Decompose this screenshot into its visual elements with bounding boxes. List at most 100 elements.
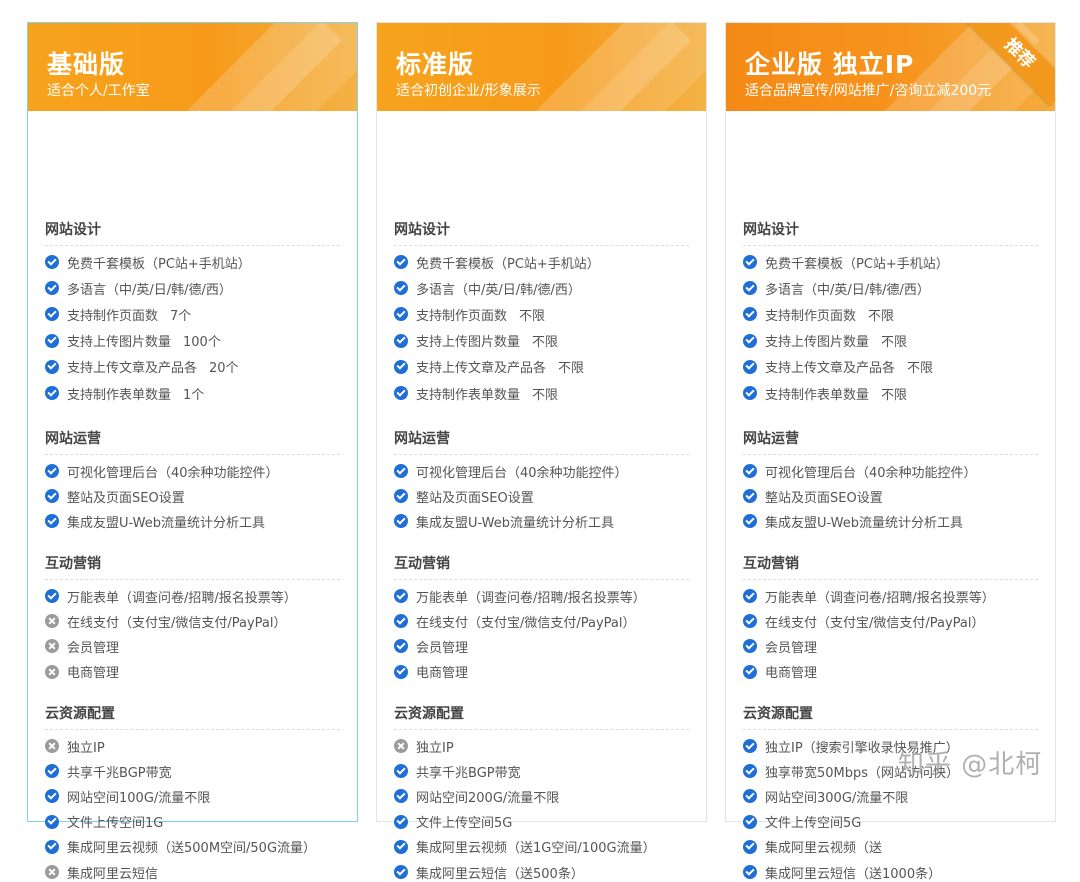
feature-label: 集成阿里云短信（送500条）: [416, 866, 584, 882]
feature-item: 支持上传图片数量 不限: [394, 332, 700, 350]
feature-value: 不限: [907, 361, 934, 377]
feature-item: 整站及页面SEO设置: [743, 487, 1049, 506]
feature-item: 集成阿里云视频（送: [743, 838, 1049, 856]
feature-label: 可视化管理后台（40余种功能控件）: [67, 465, 279, 481]
check-circle-icon: [45, 589, 59, 603]
check-circle-icon: [45, 789, 59, 804]
check-circle-icon: [394, 839, 408, 854]
section-divider: [45, 245, 340, 246]
check-circle-icon: [45, 489, 59, 504]
feature-label: 集成友盟U-Web流量统计分析工具: [416, 515, 615, 531]
feature-label: 支持制作页面数: [765, 308, 857, 324]
feature-label: 网站空间100G/流量不限: [67, 790, 211, 806]
feature-label: 在线支付（支付宝/微信支付/PayPal）: [416, 615, 636, 631]
feature-item: 支持制作表单数量 不限: [394, 384, 700, 403]
feature-label: 独立IP: [67, 740, 105, 756]
check-circle-icon: [45, 281, 59, 296]
feature-value: 不限: [881, 387, 908, 403]
check-circle-icon: [743, 739, 757, 753]
feature-item: 共享千兆BGP带宽: [394, 762, 700, 781]
check-circle-icon: [394, 865, 408, 879]
feature-item: 共享千兆BGP带宽: [45, 762, 351, 781]
check-circle-icon: [743, 814, 757, 829]
feature-item: 集成友盟U-Web流量统计分析工具: [394, 512, 700, 531]
feature-item: 支持上传文章及产品各 不限: [394, 358, 700, 376]
check-circle-icon: [743, 307, 757, 322]
check-circle-icon: [394, 764, 408, 779]
section-divider: [743, 579, 1038, 580]
feature-label: 免费千套模板（PC站+手机站）: [416, 256, 600, 272]
feature-item: 集成阿里云短信（送1000条）: [743, 863, 1049, 882]
feature-label: 多语言（中/英/日/韩/德/西）: [67, 282, 232, 298]
feature-label: 支持制作表单数量: [416, 387, 521, 403]
feature-item: 在线支付（支付宝/微信支付/PayPal）: [45, 612, 351, 631]
check-circle-icon: [743, 839, 757, 854]
check-circle-icon: [394, 614, 408, 629]
feature-label: 万能表单（调查问卷/招聘/报名投票等）: [67, 590, 297, 606]
feature-label: 集成友盟U-Web流量统计分析工具: [67, 515, 266, 531]
x-circle-icon: [394, 739, 408, 753]
feature-item: 可视化管理后台（40余种功能控件）: [45, 462, 351, 481]
check-circle-icon: [394, 359, 408, 374]
feature-value: 不限: [532, 335, 559, 351]
feature-value: 不限: [881, 335, 908, 351]
feature-item: 会员管理: [45, 637, 351, 656]
check-circle-icon: [743, 664, 757, 679]
feature-item: 电商管理: [45, 663, 351, 681]
check-circle-icon: [743, 614, 757, 629]
plan-card-enterprise[interactable]: 企业版 独立IP 适合品牌宣传/网站推广/咨询立减200元 推荐 网站设计 免费千…: [725, 22, 1056, 882]
feature-label: 支持上传文章及产品各: [765, 361, 896, 377]
feature-label: 整站及页面SEO设置: [67, 490, 185, 506]
check-circle-icon: [45, 764, 59, 779]
feature-item: 多语言（中/英/日/韩/德/西）: [394, 279, 700, 298]
feature-item: 多语言（中/英/日/韩/德/西）: [45, 279, 351, 298]
check-circle-icon: [743, 359, 757, 374]
feature-label: 支持上传文章及产品各: [416, 361, 547, 377]
feature-item: 整站及页面SEO设置: [45, 487, 351, 506]
check-circle-icon: [743, 464, 757, 478]
feature-label: 文件上传空间1G: [67, 816, 164, 832]
feature-label: 支持制作表单数量: [67, 387, 172, 403]
section-title: 网站设计: [394, 222, 450, 238]
feature-item: 集成阿里云短信（送500条）: [394, 863, 700, 882]
plan-card-basic[interactable]: 基础版 适合个人/工作室 网站设计 免费千套模板（PC站+手机站） 多语言（中/英/…: [27, 22, 358, 882]
feature-label: 集成阿里云视频（送1G空间/100G流量）: [416, 841, 656, 857]
feature-item: 集成友盟U-Web流量统计分析工具: [743, 512, 1049, 531]
check-circle-icon: [45, 839, 59, 854]
feature-label: 支持上传图片数量: [67, 335, 172, 351]
feature-item: 万能表单（调查问卷/招聘/报名投票等）: [394, 587, 700, 606]
section-divider: [45, 454, 340, 455]
feature-label: 集成阿里云短信: [67, 866, 159, 882]
check-circle-icon: [394, 814, 408, 829]
feature-label: 独立IP: [416, 740, 454, 756]
feature-label: 可视化管理后台（40余种功能控件）: [765, 465, 977, 481]
check-circle-icon: [743, 386, 757, 400]
feature-label: 网站空间300G/流量不限: [765, 790, 909, 806]
feature-label: 支持上传图片数量: [416, 335, 521, 351]
section-title: 网站设计: [743, 222, 799, 238]
feature-item: 文件上传空间5G: [743, 813, 1049, 831]
plan-header: 标准版 适合初创企业/形象展示: [377, 23, 706, 111]
feature-item: 万能表单（调查问卷/招聘/报名投票等）: [45, 587, 351, 606]
check-circle-icon: [45, 359, 59, 374]
check-circle-icon: [394, 464, 408, 478]
feature-label: 支持制作表单数量: [765, 387, 870, 403]
plan-card-standard[interactable]: 标准版 适合初创企业/形象展示 网站设计免费千套模板（PC站+手机站） 多语言（中…: [376, 22, 707, 882]
section-title: 互动营销: [45, 556, 101, 572]
watermark: 知乎 @北柯: [898, 750, 1043, 780]
section-divider: [394, 579, 689, 580]
section-divider: [743, 454, 1038, 455]
check-circle-icon: [743, 281, 757, 296]
plan-title: 企业版 独立IP: [745, 50, 915, 79]
feature-label: 电商管理: [67, 666, 120, 682]
feature-item: 会员管理: [394, 637, 700, 656]
feature-label: 支持制作页面数: [416, 308, 508, 324]
feature-item: 支持上传图片数量 不限: [743, 332, 1049, 350]
feature-label: 整站及页面SEO设置: [765, 490, 883, 506]
feature-label: 可视化管理后台（40余种功能控件）: [416, 465, 628, 481]
feature-item: 可视化管理后台（40余种功能控件）: [743, 462, 1049, 481]
section-title: 云资源配置: [394, 706, 464, 722]
x-circle-icon: [45, 865, 59, 879]
check-circle-icon: [394, 333, 408, 348]
feature-label: 多语言（中/英/日/韩/德/西）: [416, 282, 581, 298]
